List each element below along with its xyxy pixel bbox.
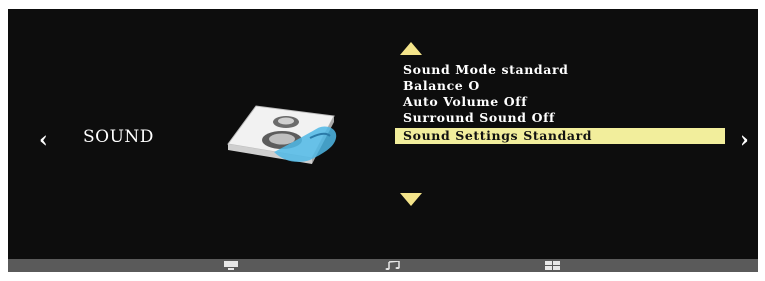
bottom-menu-bar [8,259,758,272]
tv-osd-screen: ‹ SOUND Sound Mode standard Balance O Auto… [8,9,758,272]
grid-icon[interactable] [545,261,561,270]
down-arrow-icon[interactable] [400,193,422,206]
menu-item-label: Sound Settings [403,128,519,143]
sound-menu-list: Sound Mode standard Balance O Auto Volume O… [395,62,725,144]
menu-item-value: Standard [523,128,593,143]
menu-title: SOUND [83,127,154,147]
previous-menu-arrow-icon[interactable]: ‹ [39,129,48,151]
up-arrow-icon[interactable] [400,42,422,55]
menu-item-sound-settings[interactable]: Sound Settings Standard [395,128,725,144]
menu-item-auto-volume[interactable]: Auto Volume Off [395,94,725,110]
menu-item-label: Balance [403,78,464,93]
menu-item-surround-sound[interactable]: Surround Sound Off [395,110,725,126]
menu-item-value: standard [501,62,569,77]
menu-item-value: Off [531,110,556,125]
speaker-icon [227,105,337,164]
music-note-icon[interactable] [385,261,401,270]
menu-item-label: Sound Mode [403,62,497,77]
menu-item-balance[interactable]: Balance O [395,78,725,94]
menu-item-label: Auto Volume [403,94,499,109]
menu-item-sound-mode[interactable]: Sound Mode standard [395,62,725,78]
menu-item-label: Surround Sound [403,110,527,125]
tv-icon[interactable] [223,261,239,270]
menu-item-value: O [468,78,480,93]
menu-item-value: Off [503,94,528,109]
next-menu-arrow-icon[interactable]: › [740,129,749,151]
